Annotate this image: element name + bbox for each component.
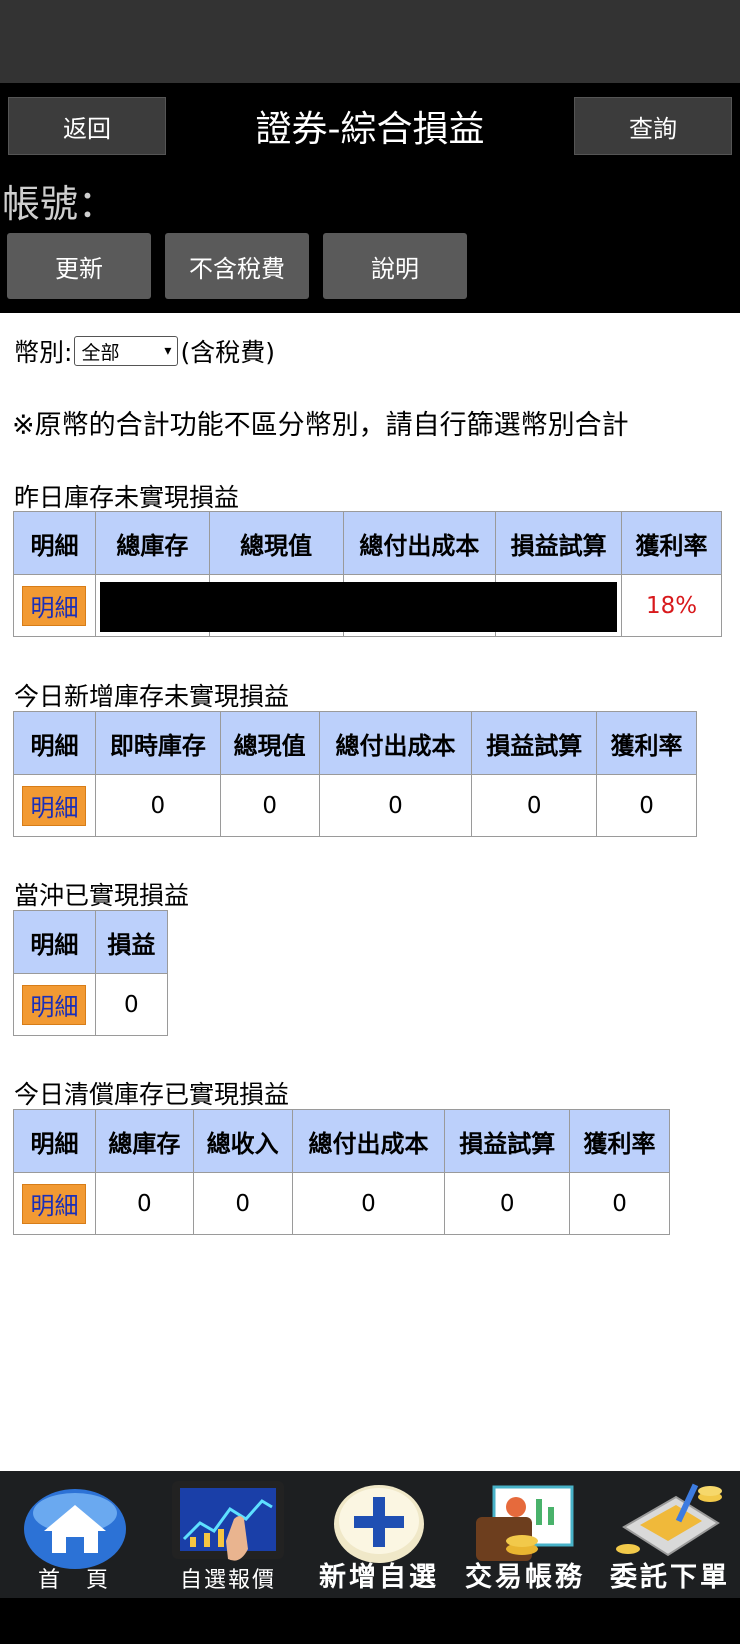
table-header-row: 明細 總庫存 總現值 總付出成本 損益試算 獲利率 bbox=[13, 511, 722, 575]
column-header: 明細 bbox=[13, 511, 96, 575]
table-cell: 0 bbox=[192, 1172, 293, 1235]
column-header: 損益試算 bbox=[495, 511, 623, 575]
detail-button[interactable]: 明細 bbox=[22, 1183, 87, 1224]
detail-cell: 明細 bbox=[13, 973, 96, 1036]
column-header: 總付出成本 bbox=[318, 711, 473, 775]
column-header: 獲利率 bbox=[596, 711, 697, 775]
table-today-new: 明細 即時庫存 總現值 總付出成本 損益試算 獲利率 明細 0 0 0 0 0 bbox=[13, 711, 697, 837]
column-header: 總庫存 bbox=[94, 1109, 194, 1173]
chevron-down-icon: ▾ bbox=[164, 343, 172, 359]
table-cell: 0 bbox=[291, 1172, 446, 1235]
bottom-nav: 首 頁 自選報價 新增自選 交易帳務 委託下單 bbox=[0, 1471, 740, 1598]
nav-label: 委託下單 bbox=[610, 1562, 730, 1593]
column-header: 總現值 bbox=[208, 511, 344, 575]
column-header: 獲利率 bbox=[569, 1109, 670, 1173]
section-title-liquidated: 今日清償庫存已實現損益 bbox=[14, 1080, 290, 1109]
column-header: 總付出成本 bbox=[291, 1109, 446, 1173]
nav-label: 新增自選 bbox=[319, 1562, 439, 1593]
table-cell: 0 bbox=[444, 1172, 571, 1235]
table-cell: 0 bbox=[318, 774, 473, 837]
detail-cell: 明細 bbox=[13, 1172, 96, 1235]
detail-button[interactable]: 明細 bbox=[22, 585, 87, 626]
table-daytrade: 明細 損益 明細 0 bbox=[13, 910, 169, 1036]
table-header-row: 明細 即時庫存 總現值 總付出成本 損益試算 獲利率 bbox=[13, 711, 697, 775]
account-label: 帳號： bbox=[2, 182, 117, 226]
nav-watchlist[interactable]: 自選報價 bbox=[148, 1471, 308, 1598]
nav-label: 首 頁 bbox=[37, 1568, 110, 1593]
column-header: 總付出成本 bbox=[342, 511, 497, 575]
column-header: 明細 bbox=[13, 910, 96, 974]
header: 返回 證券-綜合損益 查詢 帳號： 更新 不含稅費 說明 bbox=[0, 83, 740, 313]
table-header-row: 明細 損益 bbox=[13, 910, 169, 974]
column-header: 總現值 bbox=[219, 711, 320, 775]
page-title: 證券-綜合損益 bbox=[255, 109, 485, 150]
column-header: 損益 bbox=[94, 910, 169, 974]
home-icon bbox=[24, 1489, 126, 1569]
back-button[interactable]: 返回 bbox=[8, 97, 166, 155]
section-title-yesterday: 昨日庫存未實現損益 bbox=[14, 483, 240, 512]
currency-note: ※原幣的合計功能不區分幣別，請自行篩選幣別合計 bbox=[12, 410, 629, 441]
table-header-row: 明細 總庫存 總收入 總付出成本 損益試算 獲利率 bbox=[13, 1109, 670, 1173]
table-cell: 0 bbox=[219, 774, 320, 837]
column-header: 總收入 bbox=[192, 1109, 293, 1173]
nav-home[interactable]: 首 頁 bbox=[0, 1471, 148, 1598]
column-header: 明細 bbox=[13, 1109, 96, 1173]
detail-button[interactable]: 明細 bbox=[22, 785, 87, 826]
nav-order[interactable]: 委託下單 bbox=[600, 1471, 740, 1598]
table-cell: 0 bbox=[94, 1172, 194, 1235]
exclude-tax-button[interactable]: 不含稅費 bbox=[165, 233, 309, 299]
trading-device-icon bbox=[616, 1483, 722, 1557]
detail-button[interactable]: 明細 bbox=[22, 984, 87, 1025]
tablet-chart-icon bbox=[172, 1481, 284, 1561]
plus-icon bbox=[334, 1485, 424, 1563]
table-liquidated: 明細 總庫存 總收入 總付出成本 損益試算 獲利率 明細 0 0 0 0 0 bbox=[13, 1109, 670, 1235]
table-cell: 0 bbox=[94, 774, 221, 837]
nav-label: 交易帳務 bbox=[465, 1562, 585, 1593]
table-row: 明細 0 0 0 0 0 bbox=[13, 774, 697, 837]
column-header: 總庫存 bbox=[94, 511, 210, 575]
currency-filter: 幣別: 全部 ▾ (含稅費) bbox=[14, 333, 275, 369]
help-button[interactable]: 說明 bbox=[323, 233, 467, 299]
refresh-button[interactable]: 更新 bbox=[7, 233, 151, 299]
section-title-daytrade: 當沖已實現損益 bbox=[14, 881, 190, 910]
column-header: 明細 bbox=[13, 711, 96, 775]
currency-select[interactable]: 全部 ▾ bbox=[74, 336, 179, 366]
detail-cell: 明細 bbox=[13, 574, 96, 637]
table-cell: 0 bbox=[94, 973, 169, 1036]
column-header: 損益試算 bbox=[444, 1109, 571, 1173]
redacted-area bbox=[100, 582, 617, 632]
currency-value: 全部 bbox=[81, 341, 120, 364]
table-row: 明細 0 bbox=[13, 973, 169, 1036]
currency-label: 幣別: bbox=[14, 338, 73, 367]
table-cell: 0 bbox=[471, 774, 598, 837]
query-button[interactable]: 查詢 bbox=[574, 97, 732, 155]
column-header: 損益試算 bbox=[471, 711, 598, 775]
detail-cell: 明細 bbox=[13, 774, 96, 837]
table-cell: 0 bbox=[569, 1172, 670, 1235]
profit-rate-cell: 18% bbox=[621, 574, 722, 637]
section-title-today-new: 今日新增庫存未實現損益 bbox=[14, 682, 290, 711]
table-row: 明細 0 0 0 0 0 bbox=[13, 1172, 670, 1235]
nav-account[interactable]: 交易帳務 bbox=[450, 1471, 600, 1598]
tax-suffix: (含稅費) bbox=[180, 338, 275, 367]
nav-add-watch[interactable]: 新增自選 bbox=[308, 1471, 450, 1598]
column-header: 獲利率 bbox=[621, 511, 722, 575]
system-nav-bar bbox=[0, 1598, 740, 1644]
table-cell: 0 bbox=[596, 774, 697, 837]
column-header: 即時庫存 bbox=[94, 711, 221, 775]
nav-label: 自選報價 bbox=[179, 1568, 276, 1593]
status-bar bbox=[0, 0, 740, 83]
